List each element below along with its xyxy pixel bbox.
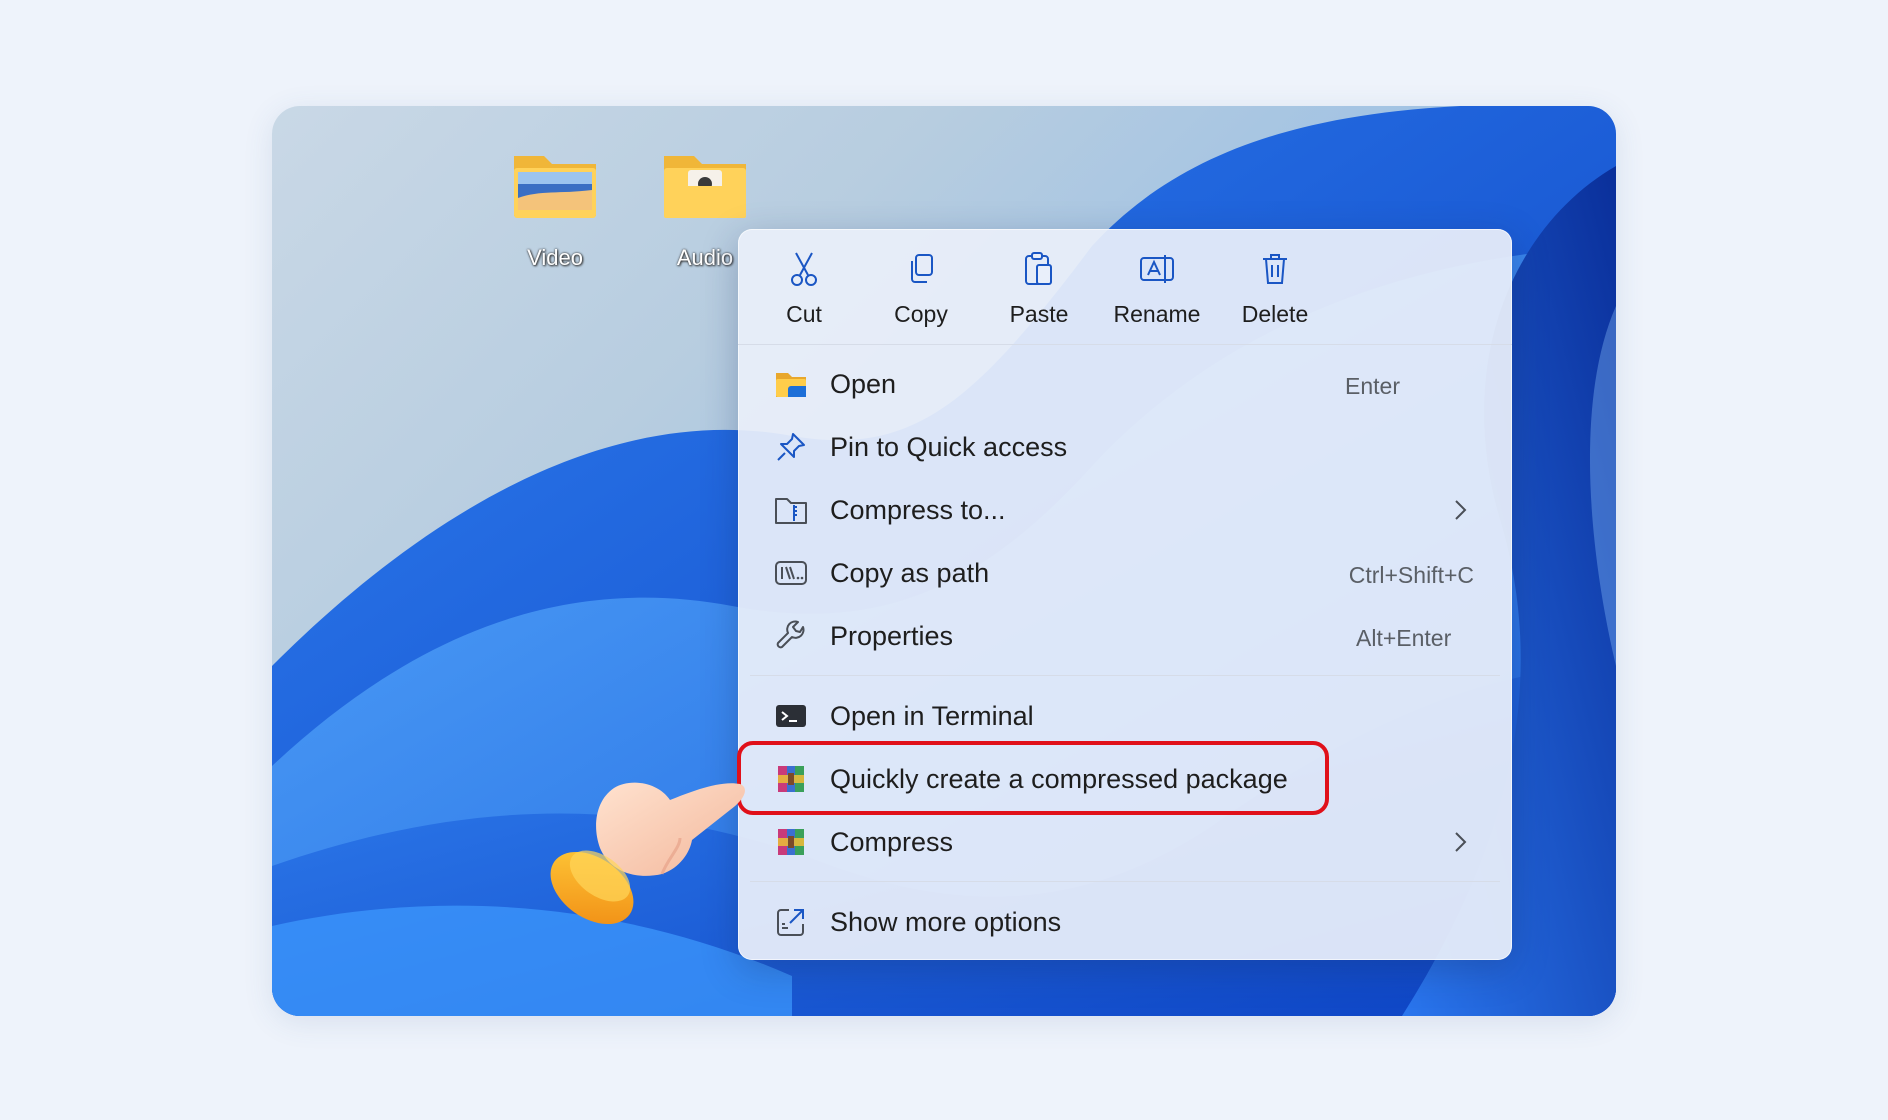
cut-button[interactable]: Cut <box>745 249 863 333</box>
menu-item-open-in-terminal[interactable]: Open in Terminal <box>746 687 1504 745</box>
toolbar-label: Delete <box>1241 301 1309 327</box>
pin-icon <box>777 433 805 461</box>
zip-folder-icon <box>775 498 807 524</box>
chevron-right-icon <box>1455 500 1467 520</box>
toolbar-label: Copy <box>894 301 948 327</box>
menu-item-compress-to[interactable]: Compress to... <box>746 481 1504 539</box>
menu-item-shortcut: Ctrl+Shift+C <box>1348 562 1474 588</box>
menu-item-label: Open in Terminal <box>830 701 1034 731</box>
menu-item-properties[interactable]: Properties Alt+Enter <box>746 607 1504 665</box>
menu-item-label: Properties <box>830 621 954 651</box>
menu-item-show-more-options[interactable]: Show more options <box>746 893 1504 951</box>
menu-item-label: Copy as path <box>830 558 990 588</box>
delete-button[interactable]: Delete <box>1216 249 1334 333</box>
paste-icon <box>1025 252 1052 285</box>
wrench-icon <box>776 620 805 649</box>
menu-item-label: Compress <box>830 827 954 857</box>
copy-icon <box>911 254 933 283</box>
menu-item-shortcut: Enter <box>1345 373 1400 399</box>
archive-app-icon <box>778 829 804 855</box>
rename-icon <box>1140 255 1174 283</box>
desktop-icon-video[interactable]: Video <box>500 150 610 271</box>
folder-audio-icon <box>664 156 746 218</box>
copy-button[interactable]: Copy <box>862 249 980 333</box>
terminal-icon <box>776 705 806 727</box>
paste-button[interactable]: Paste <box>980 249 1098 333</box>
menu-item-label: Open <box>830 369 897 399</box>
chevron-right-icon <box>1455 832 1467 852</box>
toolbar-label: Paste <box>1009 301 1069 327</box>
menu-separator <box>750 675 1500 676</box>
menu-item-label: Show more options <box>830 907 1062 937</box>
menu-item-pin-to-quick-access[interactable]: Pin to Quick access <box>746 418 1504 476</box>
menu-item-compress[interactable]: Compress <box>746 813 1504 871</box>
desktop-icon-label: Video <box>527 245 583 270</box>
menu-separator <box>750 881 1500 882</box>
path-icon <box>775 561 807 585</box>
scissors-icon <box>791 252 817 286</box>
context-menu: Cut Copy Paste Rename Delete Open Enter … <box>738 229 1512 960</box>
toolbar-label: Rename <box>1113 301 1201 327</box>
pointing-hand-icon <box>550 782 745 925</box>
context-menu-toolbar: Cut Copy Paste Rename Delete <box>738 229 1512 345</box>
menu-item-label: Compress to... <box>830 495 1006 525</box>
menu-item-shortcut: Alt+Enter <box>1356 625 1452 651</box>
toolbar-label: Cut <box>786 301 822 327</box>
folder-open-icon <box>776 373 806 397</box>
menu-item-copy-as-path[interactable]: Copy as path Ctrl+Shift+C <box>746 544 1504 602</box>
menu-item-open[interactable]: Open Enter <box>746 355 1504 413</box>
external-options-icon <box>777 909 804 936</box>
folder-video-icon <box>514 156 596 218</box>
highlight-outline <box>737 741 1329 815</box>
menu-item-label: Pin to Quick access <box>830 432 1068 462</box>
rename-button[interactable]: Rename <box>1098 249 1216 333</box>
trash-icon <box>1263 254 1287 284</box>
page-background: Video Audio Cut Copy Paste Rename Delete… <box>0 0 1888 1120</box>
